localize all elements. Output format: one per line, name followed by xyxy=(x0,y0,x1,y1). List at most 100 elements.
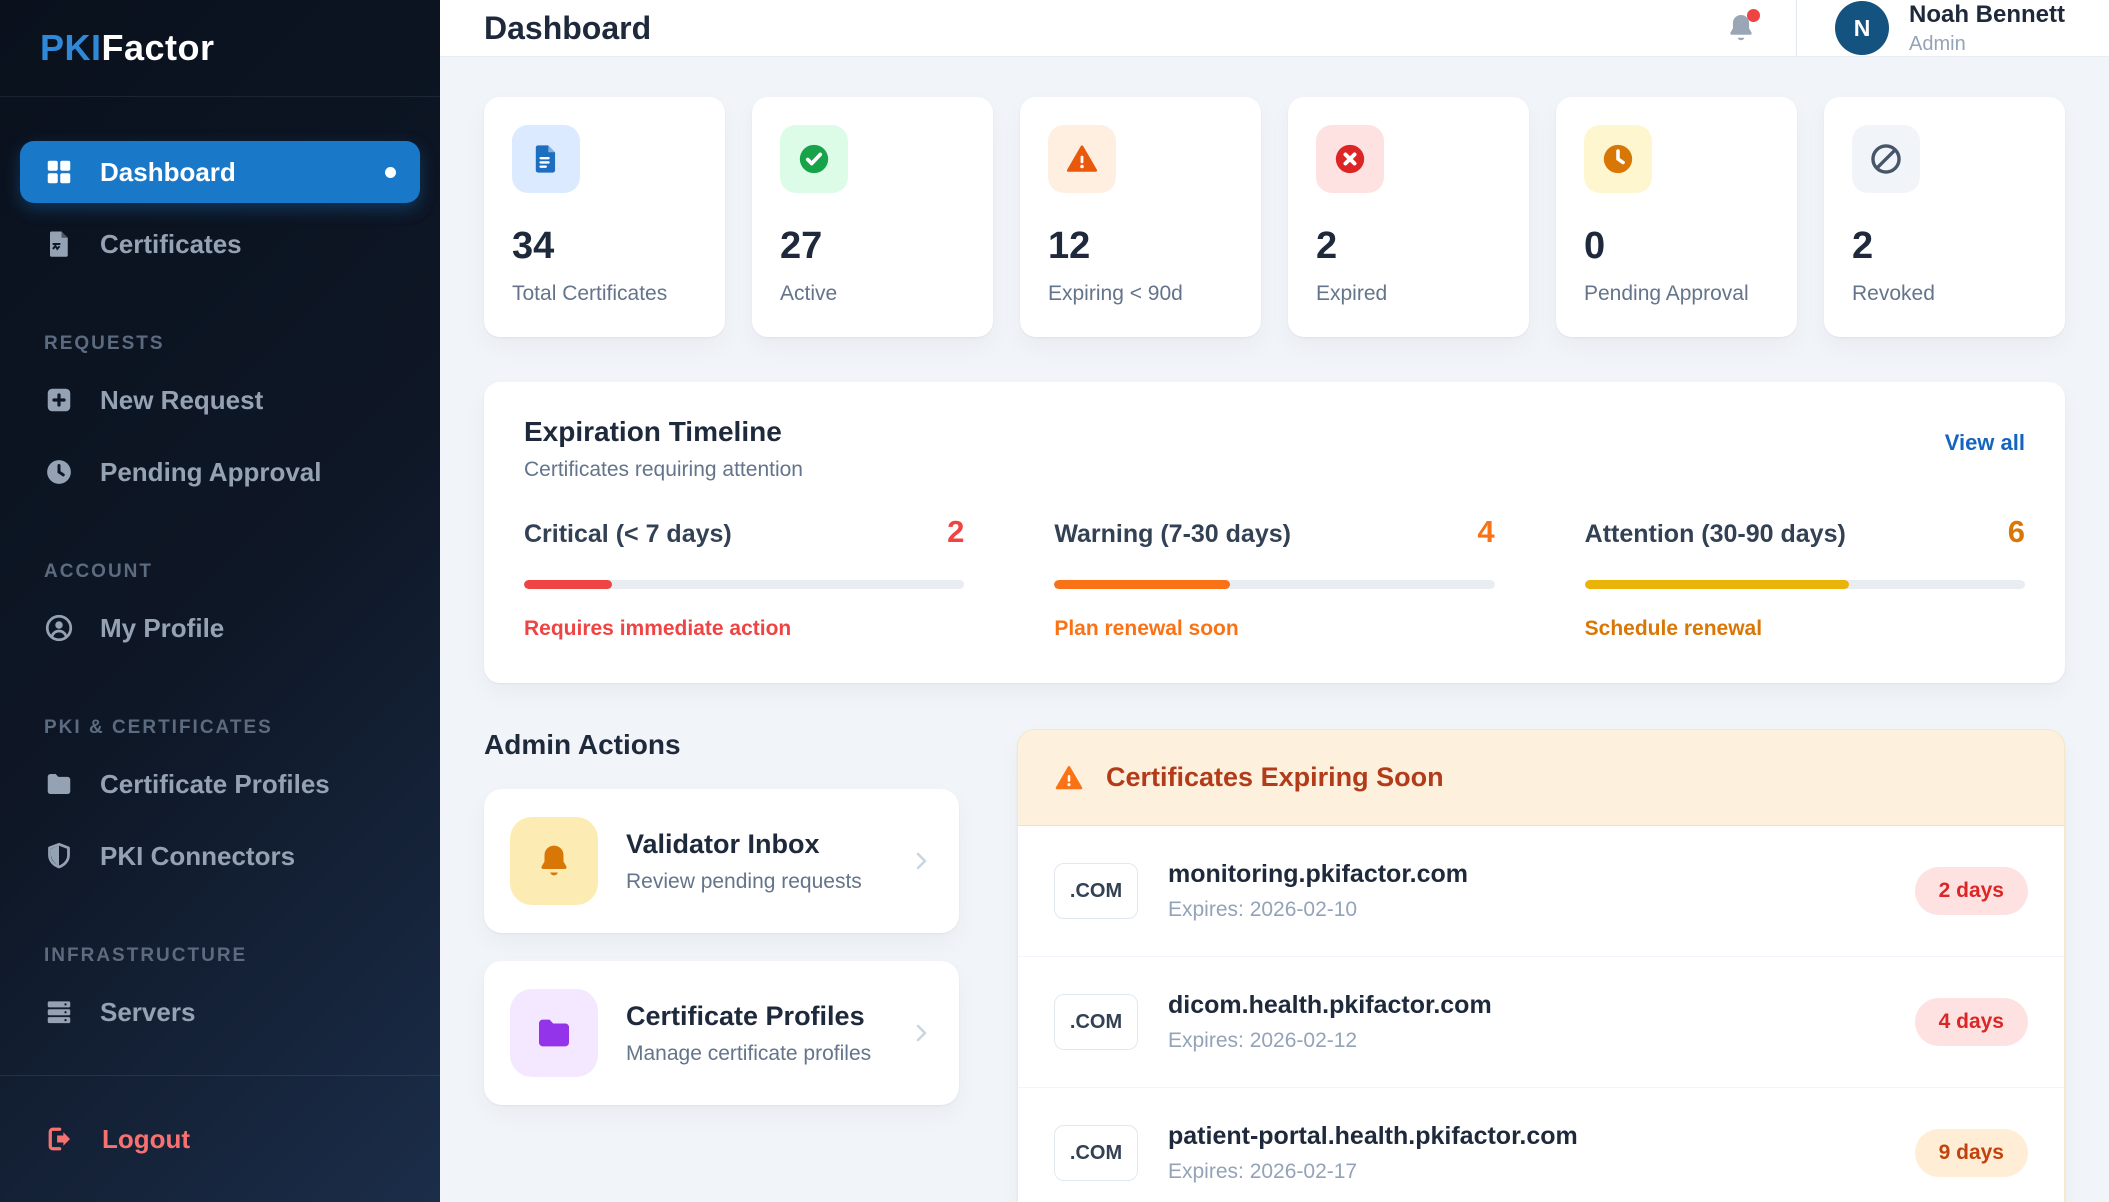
chevron-right-icon xyxy=(909,1021,933,1045)
progress-fill xyxy=(1585,580,1849,589)
chevron-right-icon xyxy=(909,849,933,873)
cert-domain: monitoring.pkifactor.com xyxy=(1168,860,1468,889)
notifications-button[interactable] xyxy=(1724,11,1758,45)
ban-icon xyxy=(1852,125,1920,193)
stat-card-active: 27 Active xyxy=(752,97,993,337)
expiring-cert-row[interactable]: .COM monitoring.pkifactor.com Expires: 2… xyxy=(1018,826,2064,957)
stat-card-total-certificates: 34 Total Certificates xyxy=(484,97,725,337)
stat-card-expiring: 12 Expiring < 90d xyxy=(1020,97,1261,337)
x-circle-icon xyxy=(1316,125,1384,193)
stat-label: Expiring < 90d xyxy=(1048,282,1233,306)
avatar[interactable]: N xyxy=(1835,1,1889,55)
brand-logo-pki: PKI xyxy=(40,27,102,68)
sidebar-item-servers[interactable]: Servers xyxy=(20,981,420,1043)
bucket-note: Schedule renewal xyxy=(1585,617,2025,641)
stat-value: 2 xyxy=(1316,225,1501,268)
sidebar-section-infrastructure: INFRASTRUCTURE xyxy=(44,945,420,967)
cert-domain: patient-portal.health.pkifactor.com xyxy=(1168,1122,1578,1151)
sidebar-item-label: My Profile xyxy=(100,613,224,644)
sidebar-item-my-profile[interactable]: My Profile xyxy=(20,597,420,659)
sidebar-item-dashboard[interactable]: Dashboard xyxy=(20,141,420,203)
stat-value: 12 xyxy=(1048,225,1233,268)
sidebar-nav: Dashboard Certificates REQUESTS New Requ… xyxy=(0,97,440,1043)
certificate-icon xyxy=(44,229,74,259)
sidebar-section-account: ACCOUNT xyxy=(44,561,420,583)
stat-value: 2 xyxy=(1852,225,2037,268)
sidebar-item-label: Certificate Profiles xyxy=(100,769,330,800)
warning-triangle-icon xyxy=(1054,763,1084,793)
bucket-count: 6 xyxy=(2008,514,2025,550)
page-title: Dashboard xyxy=(484,10,651,47)
warning-triangle-icon xyxy=(1048,125,1116,193)
timeline-subtitle: Certificates requiring attention xyxy=(524,458,803,482)
progress-track xyxy=(1054,580,1494,589)
logout-icon xyxy=(44,1124,74,1154)
admin-actions-section: Admin Actions Validator Inbox Review pen… xyxy=(484,729,959,1105)
certificate-document-icon xyxy=(512,125,580,193)
cert-expires: Expires: 2026-02-17 xyxy=(1168,1160,1578,1184)
server-stack-icon xyxy=(44,997,74,1027)
stat-label: Revoked xyxy=(1852,282,2037,306)
sidebar-item-certificate-profiles[interactable]: Certificate Profiles xyxy=(20,753,420,815)
active-indicator-dot xyxy=(385,167,396,178)
bell-icon xyxy=(510,817,598,905)
sidebar-item-pending-approval[interactable]: Pending Approval xyxy=(20,441,420,503)
sidebar-section-pki-certificates: PKI & CERTIFICATES xyxy=(44,717,420,739)
timeline-bucket-attention: Attention (30-90 days) 6 Schedule renewa… xyxy=(1585,514,2025,641)
logout-button[interactable]: Logout xyxy=(44,1124,190,1155)
header-divider xyxy=(1796,0,1797,56)
action-subtitle: Review pending requests xyxy=(626,870,862,894)
expiring-cert-row[interactable]: .COM dicom.health.pkifactor.com Expires:… xyxy=(1018,957,2064,1088)
stat-value: 27 xyxy=(780,225,965,268)
bucket-label: Attention (30-90 days) xyxy=(1585,520,1846,549)
bucket-note: Plan renewal soon xyxy=(1054,617,1494,641)
check-circle-icon xyxy=(780,125,848,193)
action-subtitle: Manage certificate profiles xyxy=(626,1042,871,1066)
days-remaining-badge: 9 days xyxy=(1915,1129,2028,1177)
clock-icon xyxy=(1584,125,1652,193)
tld-badge: .COM xyxy=(1054,994,1138,1050)
brand-logo: PKIFactor xyxy=(0,0,440,97)
progress-fill xyxy=(524,580,612,589)
expiring-cert-list: .COM monitoring.pkifactor.com Expires: 2… xyxy=(1018,825,2064,1202)
dashboard-grid-icon xyxy=(44,157,74,187)
notification-badge-dot xyxy=(1747,9,1760,22)
timeline-title: Expiration Timeline xyxy=(524,416,803,448)
certificates-expiring-panel: Certificates Expiring Soon .COM monitori… xyxy=(1017,729,2065,1202)
sidebar-item-label: Servers xyxy=(100,997,195,1028)
action-title: Certificate Profiles xyxy=(626,1001,871,1032)
tld-badge: .COM xyxy=(1054,1125,1138,1181)
days-remaining-badge: 2 days xyxy=(1915,867,2028,915)
sidebar-item-label: Certificates xyxy=(100,229,242,260)
stat-card-revoked: 2 Revoked xyxy=(1824,97,2065,337)
action-title: Validator Inbox xyxy=(626,829,862,860)
sidebar-item-new-request[interactable]: New Request xyxy=(20,369,420,431)
expiring-panel-title: Certificates Expiring Soon xyxy=(1106,762,1444,793)
sidebar-item-pki-connectors[interactable]: PKI Connectors xyxy=(20,825,420,887)
stat-label: Total Certificates xyxy=(512,282,697,306)
cert-expires: Expires: 2026-02-12 xyxy=(1168,1029,1492,1053)
main-area: Dashboard N Noah Bennett Admin 34 Total … xyxy=(440,0,2109,1202)
content: 34 Total Certificates 27 Active 12 Expir… xyxy=(440,57,2109,1202)
shield-icon xyxy=(44,841,74,871)
action-card-validator-inbox[interactable]: Validator Inbox Review pending requests xyxy=(484,789,959,933)
sidebar-item-label: Pending Approval xyxy=(100,457,322,488)
stat-value: 0 xyxy=(1584,225,1769,268)
action-card-certificate-profiles[interactable]: Certificate Profiles Manage certificate … xyxy=(484,961,959,1105)
expiring-cert-row[interactable]: .COM patient-portal.health.pkifactor.com… xyxy=(1018,1088,2064,1202)
logout-section: Logout xyxy=(0,1075,440,1202)
person-circle-icon xyxy=(44,613,74,643)
sidebar: PKIFactor Dashboard Certificates REQUEST… xyxy=(0,0,440,1202)
sidebar-item-certificates[interactable]: Certificates xyxy=(20,213,420,275)
timeline-bucket-critical: Critical (< 7 days) 2 Requires immediate… xyxy=(524,514,964,641)
view-all-link[interactable]: View all xyxy=(1945,430,2025,456)
folder-icon xyxy=(510,989,598,1077)
stat-card-pending-approval: 0 Pending Approval xyxy=(1556,97,1797,337)
sidebar-item-label: PKI Connectors xyxy=(100,841,295,872)
sidebar-item-label: New Request xyxy=(100,385,263,416)
sidebar-section-requests: REQUESTS xyxy=(44,333,420,355)
bucket-count: 2 xyxy=(947,514,964,550)
admin-actions-title: Admin Actions xyxy=(484,729,959,761)
sidebar-item-label: Dashboard xyxy=(100,157,236,188)
timeline-bucket-warning: Warning (7-30 days) 4 Plan renewal soon xyxy=(1054,514,1494,641)
